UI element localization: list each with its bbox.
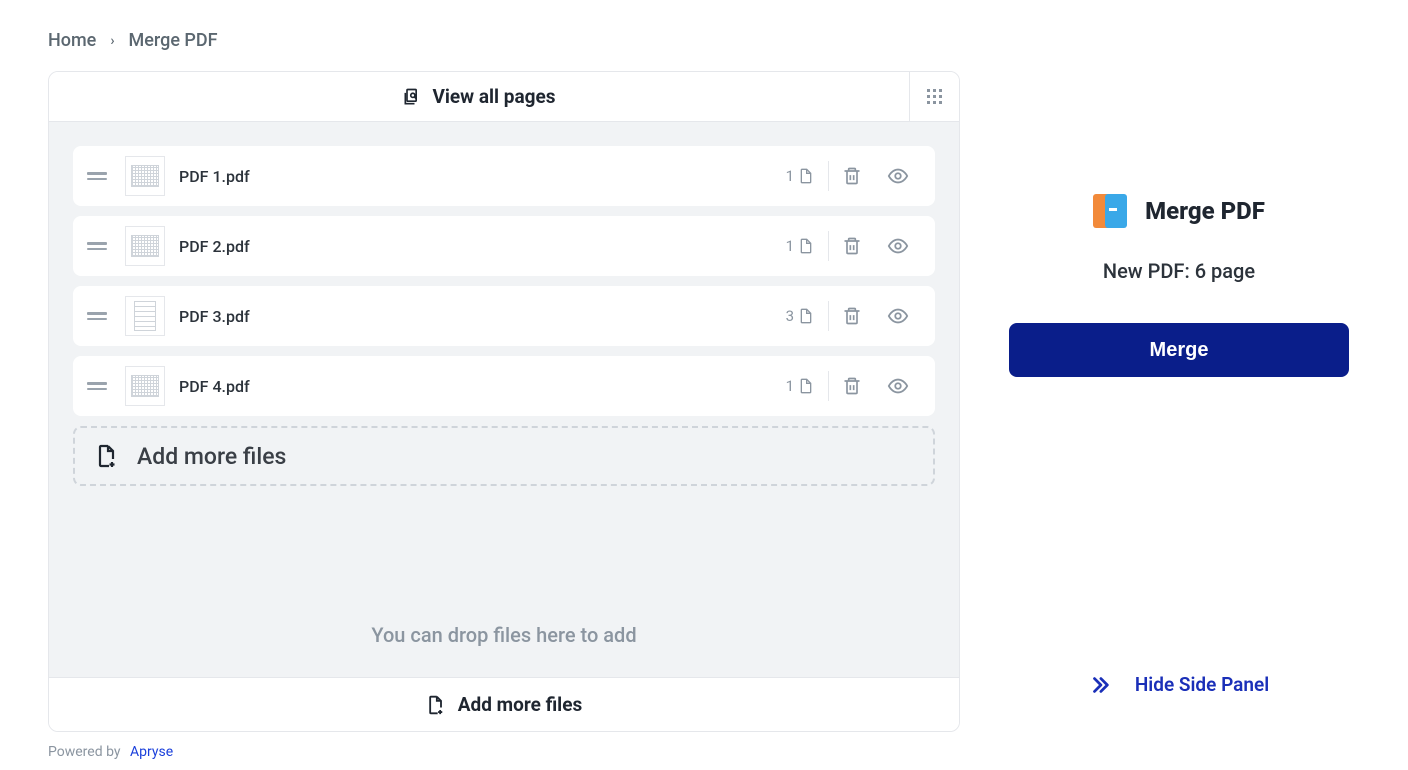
file-thumbnail <box>125 366 165 406</box>
file-name: PDF 4.pdf <box>179 377 786 396</box>
file-page-count: 1 <box>786 371 829 401</box>
side-panel: Merge PDF New PDF: 6 page Merge Hide Sid… <box>990 71 1368 732</box>
add-more-files-footer[interactable]: Add more files <box>49 677 959 731</box>
file-list-panel: View all pages PDF 1. <box>48 71 960 732</box>
powered-by: Powered by Apryse <box>48 744 1368 760</box>
page-icon <box>798 307 814 325</box>
drop-hint-text: You can drop files here to add <box>73 623 935 653</box>
hide-side-panel-button[interactable]: Hide Side Panel <box>990 673 1368 696</box>
file-row: PDF 3.pdf 3 <box>73 286 935 346</box>
page-icon <box>798 237 814 255</box>
add-more-files-footer-label: Add more files <box>458 693 582 716</box>
page-count-number: 1 <box>786 377 794 395</box>
file-page-count: 3 <box>786 301 829 331</box>
eye-icon <box>887 235 909 257</box>
trash-icon <box>842 166 862 186</box>
drag-handle-icon[interactable] <box>87 382 107 390</box>
file-thumbnail <box>125 296 165 336</box>
delete-file-button[interactable] <box>829 306 875 326</box>
file-thumbnail <box>125 226 165 266</box>
delete-file-button[interactable] <box>829 166 875 186</box>
chevron-double-right-icon <box>1089 674 1111 696</box>
file-plus-icon <box>426 695 446 715</box>
side-panel-header: Merge PDF <box>990 191 1368 231</box>
trash-icon <box>842 236 862 256</box>
drag-handle-icon[interactable] <box>87 312 107 320</box>
merge-pdf-icon <box>1093 191 1127 231</box>
preview-file-button[interactable] <box>875 165 921 187</box>
side-panel-title: Merge PDF <box>1145 197 1265 225</box>
add-more-files-inline-label: Add more files <box>137 443 286 470</box>
preview-file-button[interactable] <box>875 375 921 397</box>
trash-icon <box>842 376 862 396</box>
page-count-number: 3 <box>786 307 794 325</box>
trash-icon <box>842 306 862 326</box>
file-thumbnail <box>125 156 165 196</box>
powered-by-link[interactable]: Apryse <box>130 744 173 760</box>
hide-side-panel-label: Hide Side Panel <box>1135 673 1269 696</box>
file-name: PDF 2.pdf <box>179 237 786 256</box>
breadcrumb: Home › Merge PDF <box>48 30 1368 51</box>
panel-header: View all pages <box>49 72 959 122</box>
delete-file-button[interactable] <box>829 376 875 396</box>
view-all-pages-label: View all pages <box>432 85 555 108</box>
eye-icon <box>887 375 909 397</box>
pages-stack-icon <box>402 87 422 107</box>
file-row: PDF 2.pdf 1 <box>73 216 935 276</box>
breadcrumb-home[interactable]: Home <box>48 30 96 51</box>
file-row: PDF 1.pdf 1 <box>73 146 935 206</box>
file-name: PDF 3.pdf <box>179 307 786 326</box>
drag-handle-icon[interactable] <box>87 242 107 250</box>
eye-icon <box>887 305 909 327</box>
page-count-number: 1 <box>786 237 794 255</box>
file-name: PDF 1.pdf <box>179 167 786 186</box>
view-all-pages-button[interactable]: View all pages <box>49 72 909 121</box>
breadcrumb-current: Merge PDF <box>129 30 218 51</box>
file-plus-icon <box>95 444 119 468</box>
delete-file-button[interactable] <box>829 236 875 256</box>
preview-file-button[interactable] <box>875 235 921 257</box>
file-list: PDF 1.pdf 1 <box>49 122 959 677</box>
grid-icon <box>926 88 944 106</box>
file-page-count: 1 <box>786 231 829 261</box>
eye-icon <box>887 165 909 187</box>
page-icon <box>798 167 814 185</box>
add-more-files-inline[interactable]: Add more files <box>73 426 935 486</box>
drag-handle-icon[interactable] <box>87 172 107 180</box>
file-row: PDF 4.pdf 1 <box>73 356 935 416</box>
preview-file-button[interactable] <box>875 305 921 327</box>
merge-summary: New PDF: 6 page <box>990 259 1368 283</box>
page-count-number: 1 <box>786 167 794 185</box>
page-icon <box>798 377 814 395</box>
file-page-count: 1 <box>786 161 829 191</box>
merge-button[interactable]: Merge <box>1009 323 1349 377</box>
grid-view-toggle[interactable] <box>909 72 959 121</box>
chevron-right-icon: › <box>110 33 114 49</box>
powered-by-prefix: Powered by <box>48 744 121 760</box>
